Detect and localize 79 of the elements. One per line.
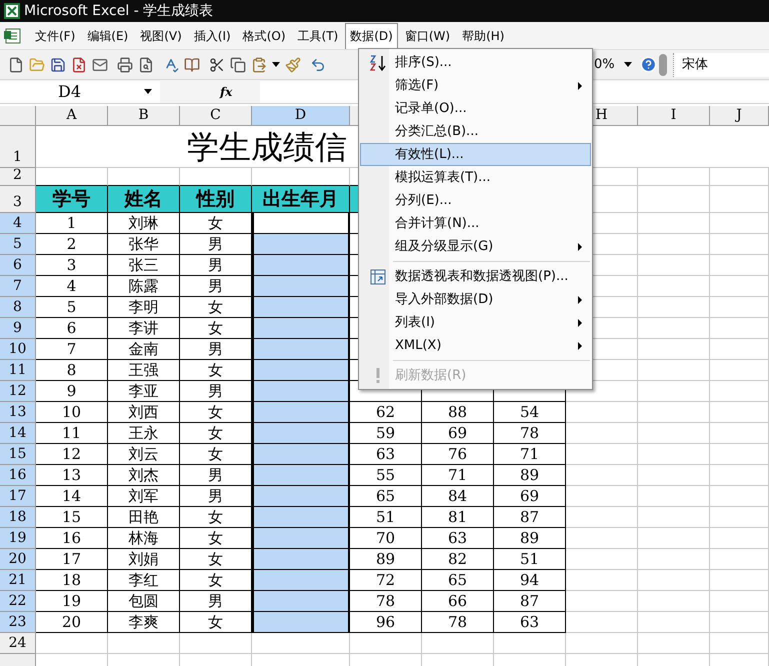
table-cell: 63 — [422, 528, 494, 549]
table-cell: 89 — [494, 528, 566, 549]
table-cell: 包圆 — [108, 591, 180, 612]
table-cell: 刘杰 — [108, 465, 180, 486]
table-cell: 14 — [36, 486, 108, 507]
table-cell: 69 — [494, 486, 566, 507]
table-cell: 96 — [350, 612, 422, 633]
table-cell: 李红 — [108, 570, 180, 591]
table-cell: 刘云 — [108, 444, 180, 465]
table-cell: 李爽 — [108, 612, 180, 633]
table-cell: 田艳 — [108, 507, 180, 528]
table-cell: 李讲 — [108, 318, 180, 339]
table-cell: 王强 — [108, 360, 180, 381]
table-cell: 刘军 — [108, 486, 180, 507]
table-cell: 5 — [36, 297, 108, 318]
table-cell: 3 — [36, 255, 108, 276]
table-cell: 72 — [350, 570, 422, 591]
table-cell: 9 — [36, 381, 108, 402]
table-cell: 2 — [36, 234, 108, 255]
table-cell: 13 — [36, 465, 108, 486]
table-cell: 林海 — [108, 528, 180, 549]
table-cell: 陈露 — [108, 276, 180, 297]
table-cell: 78 — [494, 423, 566, 444]
table-cell: 63 — [494, 612, 566, 633]
table-cell: 10 — [36, 402, 108, 423]
table-cell: 4 — [36, 276, 108, 297]
table-cell: 11 — [36, 423, 108, 444]
table-cell: 6 — [36, 318, 108, 339]
table-cell: 20 — [36, 612, 108, 633]
table-cell: 16 — [36, 528, 108, 549]
table-cell: 李明 — [108, 297, 180, 318]
table-cell: 87 — [494, 591, 566, 612]
table-cell: 84 — [422, 486, 494, 507]
table-cell: 8 — [36, 360, 108, 381]
column-heading: 姓名 — [108, 186, 180, 213]
table-cell: 70 — [350, 528, 422, 549]
table-cell: 76 — [422, 444, 494, 465]
table-cell: 15 — [36, 507, 108, 528]
table-cell: 65 — [350, 486, 422, 507]
table-cell: 87 — [494, 507, 566, 528]
column-heading: 性别 — [180, 186, 252, 213]
table-cell: 7 — [36, 339, 108, 360]
table-cell: 12 — [36, 444, 108, 465]
table-cell: 78 — [350, 591, 422, 612]
table-cell: 78 — [422, 612, 494, 633]
table-cell: 71 — [494, 444, 566, 465]
table-cell: 李亚 — [108, 381, 180, 402]
table-cell: 张三 — [108, 255, 180, 276]
table-cell: 81 — [422, 507, 494, 528]
window-title: Microsoft Excel - 学生成绩表 — [24, 2, 214, 20]
table-cell: 55 — [350, 465, 422, 486]
table-cell: 王永 — [108, 423, 180, 444]
table-cell: 66 — [422, 591, 494, 612]
table-cell: 刘西 — [108, 402, 180, 423]
column-heading: 学号 — [36, 186, 108, 213]
table-cell: 51 — [494, 549, 566, 570]
table-cell: 88 — [422, 402, 494, 423]
table-cell: 94 — [494, 570, 566, 591]
table-cell: 19 — [36, 591, 108, 612]
table-cell: 51 — [350, 507, 422, 528]
table-cell: 18 — [36, 570, 108, 591]
column-heading: 出生年月 — [252, 186, 350, 213]
table-cell: 1 — [36, 213, 108, 234]
table-cell: 89 — [350, 549, 422, 570]
table-cell: 89 — [494, 465, 566, 486]
table-cell: 63 — [350, 444, 422, 465]
table-cell: 69 — [422, 423, 494, 444]
table-cell: 刘娟 — [108, 549, 180, 570]
table-cell: 17 — [36, 549, 108, 570]
table-cell: 62 — [350, 402, 422, 423]
table-cell: 张华 — [108, 234, 180, 255]
table-cell: 65 — [422, 570, 494, 591]
table-cell: 54 — [494, 402, 566, 423]
table-cell: 刘琳 — [108, 213, 180, 234]
table-cell: 59 — [350, 423, 422, 444]
table-cell: 金南 — [108, 339, 180, 360]
table-cell: 71 — [422, 465, 494, 486]
table-cell: 82 — [422, 549, 494, 570]
sheet-title: 学生成绩信 — [187, 130, 347, 162]
